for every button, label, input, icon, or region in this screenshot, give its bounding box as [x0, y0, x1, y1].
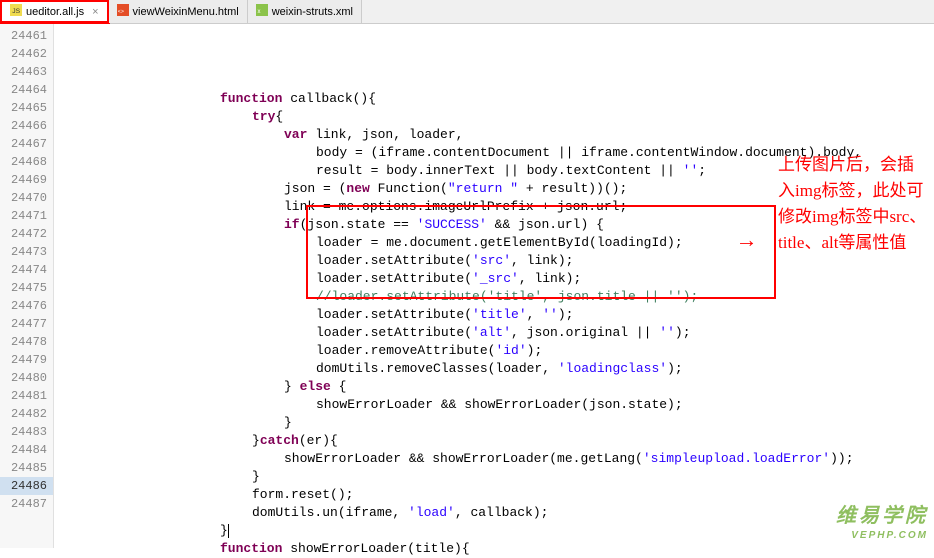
code-line[interactable]: showErrorLoader && showErrorLoader(json.… — [54, 396, 934, 414]
watermark-main: 维易学院 — [836, 505, 928, 527]
line-number: 24466 — [0, 117, 53, 135]
line-number: 24478 — [0, 333, 53, 351]
line-number: 24469 — [0, 171, 53, 189]
code-line[interactable]: }catch(er){ — [54, 432, 934, 450]
tab-label: weixin-struts.xml — [272, 6, 353, 18]
code-line[interactable]: var link, json, loader, — [54, 126, 934, 144]
line-number: 24465 — [0, 99, 53, 117]
file-icon: <> — [117, 4, 129, 19]
annotation-text: 上传图片后，会插入img标签，此处可修改img标签中src、title、alt等… — [778, 152, 928, 256]
line-number: 24487 — [0, 495, 53, 513]
line-number: 24462 — [0, 45, 53, 63]
code-line[interactable]: domUtils.un(iframe, 'load', callback); — [54, 504, 934, 522]
code-line[interactable]: } — [54, 468, 934, 486]
line-number: 24479 — [0, 351, 53, 369]
code-area[interactable]: function callback(){try{var link, json, … — [54, 24, 934, 548]
code-line[interactable]: //loader.setAttribute('title', json.titl… — [54, 288, 934, 306]
code-line[interactable]: form.reset(); — [54, 486, 934, 504]
line-number: 24483 — [0, 423, 53, 441]
line-number: 24474 — [0, 261, 53, 279]
code-line[interactable]: loader.removeAttribute('id'); — [54, 342, 934, 360]
svg-text:<>: <> — [117, 9, 123, 15]
code-line[interactable]: function showErrorLoader(title){ — [54, 540, 934, 558]
code-line[interactable]: } else { — [54, 378, 934, 396]
tab-ueditor-all-js[interactable]: JS ueditor.all.js × — [0, 0, 109, 23]
watermark: 维易学院 VEPHP.COM — [836, 508, 928, 544]
line-number: 24463 — [0, 63, 53, 81]
line-number: 24477 — [0, 315, 53, 333]
line-number: 24472 — [0, 225, 53, 243]
code-line[interactable] — [54, 72, 934, 90]
line-number: 24484 — [0, 441, 53, 459]
svg-text:x: x — [257, 9, 260, 15]
line-number: 24468 — [0, 153, 53, 171]
code-line[interactable]: } — [54, 522, 934, 540]
line-number: 24475 — [0, 279, 53, 297]
code-editor: 2446124462244632446424465244662446724468… — [0, 24, 934, 548]
watermark-sub: VEPHP.COM — [851, 530, 928, 541]
code-line[interactable]: loader.setAttribute('alt', json.original… — [54, 324, 934, 342]
file-icon: x — [256, 4, 268, 19]
svg-text:JS: JS — [12, 8, 20, 15]
file-icon: JS — [10, 4, 22, 19]
line-number-gutter: 2446124462244632446424465244662446724468… — [0, 24, 54, 548]
line-number: 24485 — [0, 459, 53, 477]
code-line[interactable]: loader.setAttribute('_src', link); — [54, 270, 934, 288]
code-line[interactable]: loader.setAttribute('title', ''); — [54, 306, 934, 324]
annotation-arrow: → — [740, 229, 753, 254]
code-line[interactable]: try{ — [54, 108, 934, 126]
code-line[interactable]: domUtils.removeClasses(loader, 'loadingc… — [54, 360, 934, 378]
close-icon[interactable]: × — [92, 6, 98, 18]
line-number: 24464 — [0, 81, 53, 99]
line-number: 24486 — [0, 477, 53, 495]
line-number: 24481 — [0, 387, 53, 405]
code-line[interactable]: function callback(){ — [54, 90, 934, 108]
line-number: 24470 — [0, 189, 53, 207]
line-number: 24471 — [0, 207, 53, 225]
tab-weixin-struts-xml[interactable]: x weixin-struts.xml — [248, 0, 362, 23]
line-number: 24482 — [0, 405, 53, 423]
line-number: 24476 — [0, 297, 53, 315]
line-number: 24480 — [0, 369, 53, 387]
code-line[interactable]: showErrorLoader && showErrorLoader(me.ge… — [54, 450, 934, 468]
tab-label: ueditor.all.js — [26, 6, 84, 18]
code-line[interactable]: } — [54, 414, 934, 432]
line-number: 24473 — [0, 243, 53, 261]
editor-tabs: JS ueditor.all.js × <> viewWeixinMenu.html x w… — [0, 0, 934, 24]
line-number: 24467 — [0, 135, 53, 153]
line-number: 24461 — [0, 27, 53, 45]
tab-label: viewWeixinMenu.html — [133, 6, 239, 18]
tab-viewWeixinMenu-html[interactable]: <> viewWeixinMenu.html — [109, 0, 248, 23]
